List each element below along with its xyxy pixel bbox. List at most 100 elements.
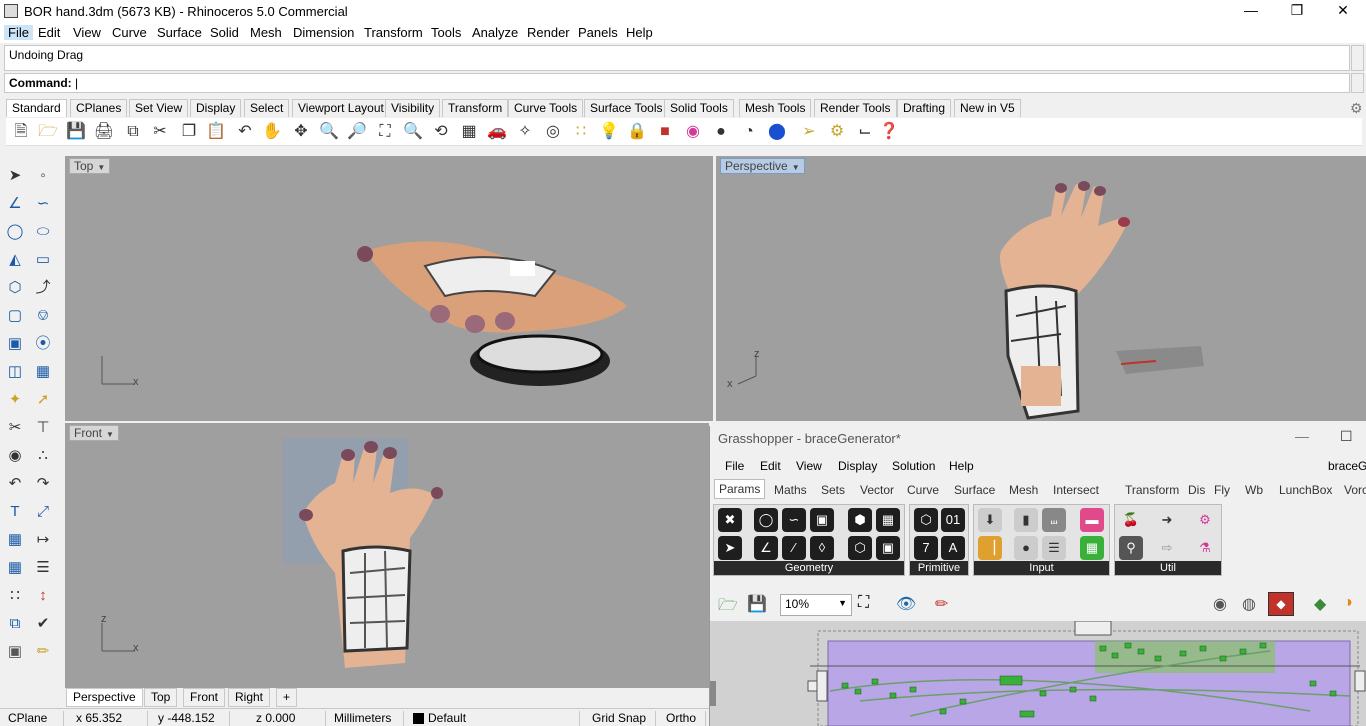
paint-icon[interactable]: ✏ <box>31 640 55 664</box>
tab-new-in-v5[interactable]: New in V5 <box>954 99 1021 117</box>
gear-icon[interactable]: ⚙ <box>1350 100 1363 117</box>
undo-view-icon[interactable]: ⟲ <box>430 121 452 143</box>
point-icon[interactable]: ◦ <box>31 164 55 188</box>
pan-hand-icon[interactable]: ✋ <box>261 121 283 143</box>
gh-param-icon[interactable]: ▣ <box>810 508 834 532</box>
gh-param-icon[interactable]: ☰ <box>1042 536 1066 560</box>
add-viewport-button[interactable]: + <box>276 688 298 707</box>
gh-param-icon[interactable]: ⬡ <box>914 508 938 532</box>
cherry-icon[interactable]: 🍒 <box>1119 508 1143 532</box>
cylinder-icon[interactable]: ◫ <box>3 360 27 384</box>
flask-icon[interactable]: ⚗ <box>1193 536 1217 560</box>
gh-param-icon[interactable]: ➤ <box>718 536 742 560</box>
gh-tab-sets[interactable]: Sets <box>821 483 845 497</box>
print-icon[interactable]: 🖨 <box>93 121 115 143</box>
group-icon[interactable]: ◉ <box>3 444 27 468</box>
gh-tab-intersect[interactable]: Intersect <box>1053 483 1099 497</box>
gh-param-icon[interactable]: ◊ <box>810 536 834 560</box>
four-viewports-icon[interactable]: ▦ <box>458 121 480 143</box>
tab-select[interactable]: Select <box>244 99 290 117</box>
analyze-icon[interactable]: ↕ <box>31 584 55 608</box>
gh-menu-file[interactable]: File <box>725 459 744 473</box>
gh-param-icon[interactable]: ▕ <box>978 536 1002 560</box>
arrow-right-icon[interactable]: ➜ <box>1155 508 1179 532</box>
gh-param-icon[interactable]: ⧢ <box>1042 508 1066 532</box>
gh-param-icon[interactable]: ● <box>1014 536 1038 560</box>
menu-render[interactable]: Render <box>527 25 570 40</box>
layout-icon[interactable]: ⧉ <box>3 612 27 636</box>
gh-tab-curve[interactable]: Curve <box>907 483 939 497</box>
check-icon[interactable]: ✔ <box>31 612 55 636</box>
menu-surface[interactable]: Surface <box>157 25 202 40</box>
tab-visibility[interactable]: Visibility <box>385 99 441 117</box>
cut-icon[interactable]: ✂ <box>149 121 171 143</box>
menu-analyze[interactable]: Analyze <box>472 25 518 40</box>
viewport-front[interactable]: Front ▼ x z <box>65 423 709 688</box>
gh-tab-voro[interactable]: Voro <box>1344 483 1366 497</box>
menu-edit[interactable]: Edit <box>38 25 60 40</box>
gh-canvas[interactable] <box>710 621 1366 726</box>
gh-menu-help[interactable]: Help <box>949 459 974 473</box>
fillet-icon[interactable]: ⤴ <box>31 276 55 300</box>
grid-points-icon[interactable]: ∷ <box>3 584 27 608</box>
layer-icon[interactable]: ■ <box>654 121 676 143</box>
viewport-perspective[interactable]: Perspective ▼ x z <box>716 156 1366 421</box>
minimize-button[interactable]: — <box>1228 0 1274 22</box>
vptab-perspective[interactable]: Perspective <box>66 688 143 707</box>
import-icon[interactable]: ⧉ <box>122 121 144 143</box>
sketch-icon[interactable]: ✏ <box>935 594 948 614</box>
select-filter-icon[interactable]: ➢ <box>798 121 820 143</box>
ungroup-icon[interactable]: ∴ <box>31 444 55 468</box>
rotate-view-icon[interactable]: ✥ <box>290 121 312 143</box>
boolean-icon[interactable]: ⦿ <box>31 332 55 356</box>
loft-icon[interactable]: ⎊ <box>31 304 55 328</box>
dimension-icon[interactable]: ⌙ <box>854 121 876 143</box>
array-icon[interactable]: ▦ <box>3 528 27 552</box>
render-sphere-icon[interactable]: ◔ <box>738 121 760 143</box>
tab-standard[interactable]: Standard <box>6 99 67 117</box>
gh-param-icon[interactable]: ⬢ <box>848 508 872 532</box>
gh-menu-solution[interactable]: Solution <box>892 459 935 473</box>
gh-tab-wb[interactable]: Wb <box>1245 483 1263 497</box>
split-icon[interactable]: ⊤ <box>31 416 55 440</box>
gh-tab-fly[interactable]: Fly <box>1214 483 1230 497</box>
history-scrollbar[interactable] <box>1351 45 1364 71</box>
render-box-icon[interactable]: ▣ <box>3 640 27 664</box>
grid-snap-icon[interactable]: ✧ <box>514 121 536 143</box>
gh-param-icon[interactable]: ▦ <box>876 508 900 532</box>
menu-mesh[interactable]: Mesh <box>250 25 282 40</box>
text-icon[interactable]: T <box>3 500 27 524</box>
gh-tab-vector[interactable]: Vector <box>860 483 894 497</box>
explode-icon[interactable]: ↷ <box>31 472 55 496</box>
tab-set-view[interactable]: Set View <box>129 99 189 117</box>
zoom-window-icon[interactable]: 🔎 <box>346 121 368 143</box>
status-units[interactable]: Millimeters <box>326 711 404 726</box>
menu-curve[interactable]: Curve <box>112 25 147 40</box>
gh-param-icon[interactable]: ▮ <box>1014 508 1038 532</box>
gh-tab-maths[interactable]: Maths <box>774 483 807 497</box>
tab-viewport-layout[interactable]: Viewport Layout <box>292 99 390 117</box>
circle-icon[interactable]: ◯ <box>3 220 27 244</box>
transform-points-icon[interactable]: ✦ <box>3 388 27 412</box>
new-file-icon[interactable]: 🗎 <box>10 121 32 143</box>
eye-icon[interactable]: 👁 <box>896 594 916 614</box>
status-ortho[interactable]: Ortho <box>658 711 706 726</box>
gh-tab-mesh[interactable]: Mesh <box>1009 483 1038 497</box>
car-icon[interactable]: 🚗 <box>486 121 508 143</box>
mesh-plane-icon[interactable]: ▦ <box>31 360 55 384</box>
menu-solid[interactable]: Solid <box>210 25 239 40</box>
preview-icon[interactable]: ◉ <box>1213 594 1227 614</box>
tab-surface-tools[interactable]: Surface Tools <box>584 99 669 117</box>
open-folder-icon[interactable]: 🗁 <box>718 594 738 621</box>
points-icon[interactable]: ∷ <box>570 121 592 143</box>
menu-file[interactable]: File <box>4 25 33 40</box>
command-line[interactable]: Command: | <box>4 73 1350 93</box>
menu-tools[interactable]: Tools <box>431 25 461 40</box>
light-bulb-icon[interactable]: 💡 <box>598 121 620 143</box>
material-sphere-icon[interactable]: ⬤ <box>766 121 788 143</box>
zoom-extents-icon[interactable]: ⛶ <box>858 594 869 612</box>
menu-panels[interactable]: Panels <box>578 25 618 40</box>
gh-param-icon[interactable]: ▣ <box>876 536 900 560</box>
solid-box-icon[interactable]: ▦ <box>3 556 27 580</box>
dimension-tool-icon[interactable]: ↦ <box>31 528 55 552</box>
